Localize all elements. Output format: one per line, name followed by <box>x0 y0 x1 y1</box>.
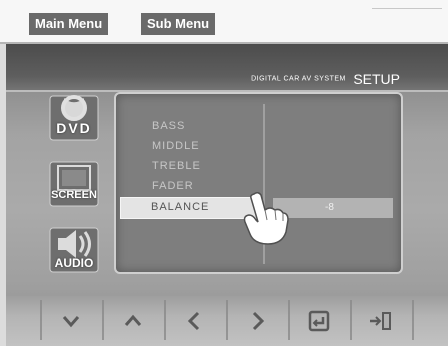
chevron-left-icon <box>187 311 200 331</box>
divider <box>412 300 414 340</box>
exit-icon <box>370 312 391 330</box>
nav-down-button[interactable] <box>56 308 86 334</box>
title-big: SETUP <box>353 70 400 87</box>
main-menu-crumb[interactable]: Main Menu <box>29 13 109 35</box>
menu-item-fader[interactable]: FADER <box>152 180 194 192</box>
divider <box>164 300 166 340</box>
balance-value-text: -8 <box>325 202 334 213</box>
menu-item-balance[interactable]: BALANCE <box>120 197 259 219</box>
nav-left-button[interactable] <box>180 308 210 334</box>
nav-enter-button[interactable] <box>304 308 334 334</box>
device-screen: DIGITAL CAR AV SYSTEM SETUP DVD SCREEN A… <box>6 44 448 346</box>
divider <box>350 300 352 340</box>
divider <box>288 300 290 340</box>
divider <box>40 300 42 340</box>
menu-item-bass[interactable]: BASS <box>152 120 185 132</box>
divider <box>102 300 104 340</box>
divider <box>372 8 442 9</box>
sidebar-item-label: SCREEN <box>51 189 97 201</box>
sidebar-item-audio[interactable]: AUDIO <box>46 226 102 274</box>
sidebar-item-label: AUDIO <box>54 256 94 270</box>
sub-menu-crumb[interactable]: Sub Menu <box>141 13 216 35</box>
screen-title: DIGITAL CAR AV SYSTEM SETUP <box>251 70 400 88</box>
menu-item-middle[interactable]: MIDDLE <box>152 140 200 152</box>
menu-item-treble[interactable]: TREBLE <box>152 160 201 172</box>
nav-up-button[interactable] <box>118 308 148 334</box>
chevron-down-icon <box>62 316 80 328</box>
title-small: DIGITAL CAR AV SYSTEM <box>251 75 346 83</box>
sidebar-item-label: DVD <box>56 120 92 136</box>
chevron-right-icon <box>252 311 265 331</box>
balance-value[interactable]: -8 <box>273 198 393 218</box>
pointing-hand-icon <box>242 191 290 246</box>
audio-settings-panel: BASS MIDDLE TREBLE FADER BALANCE -8 <box>114 92 403 274</box>
breadcrumb: Main Menu Sub Menu <box>0 0 448 44</box>
sidebar-item-dvd[interactable]: DVD <box>46 94 102 142</box>
divider <box>226 300 228 340</box>
nav-exit-button[interactable] <box>366 308 396 334</box>
bottom-nav <box>6 296 448 346</box>
sidebar-item-screen[interactable]: SCREEN <box>46 160 102 208</box>
enter-icon <box>308 310 330 332</box>
menu-item-label: BALANCE <box>151 201 210 213</box>
nav-right-button[interactable] <box>242 308 272 334</box>
screen-header: DIGITAL CAR AV SYSTEM SETUP <box>6 44 448 90</box>
chevron-up-icon <box>124 314 142 326</box>
